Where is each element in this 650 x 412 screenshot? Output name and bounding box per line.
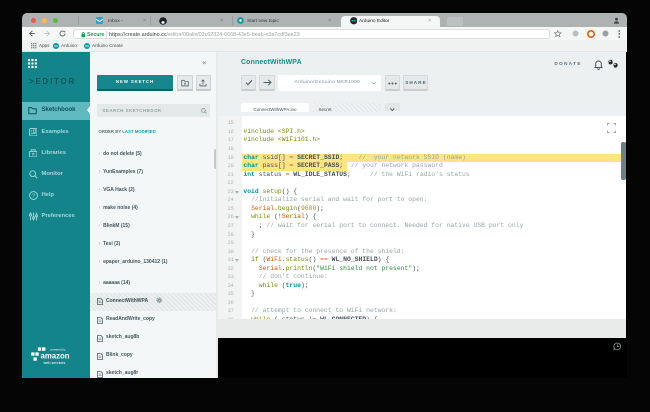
svg-text:web services: web services (44, 360, 66, 364)
svg-text:?: ? (31, 193, 34, 199)
svg-text:amazon: amazon (41, 351, 70, 360)
